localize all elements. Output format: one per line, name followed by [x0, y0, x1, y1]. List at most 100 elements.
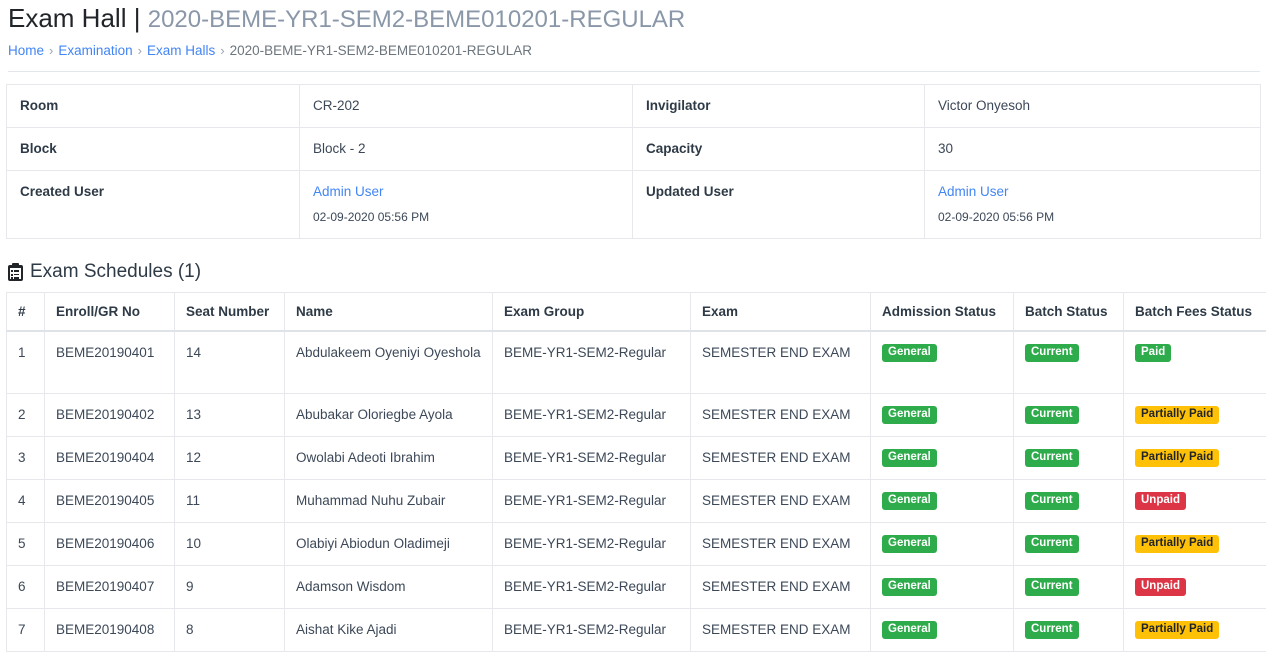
- exam-schedules-title: Exam Schedules (1): [30, 260, 201, 284]
- batch-fees-status-badge: Unpaid: [1135, 492, 1186, 510]
- page-title-subtitle: 2020-BEME-YR1-SEM2-BEME010201-REGULAR: [148, 6, 686, 33]
- updated-user-date: 02-09-2020 05:56 PM: [938, 207, 1247, 227]
- row-admission-status: General: [871, 436, 1014, 479]
- batch-fees-status-badge: Unpaid: [1135, 578, 1186, 596]
- info-value-room: CR-202: [300, 85, 633, 128]
- row-seat-number: 13: [175, 393, 285, 436]
- row-batch-fees-status: Partially Paid: [1124, 393, 1266, 436]
- row-batch-status: Current: [1014, 479, 1124, 522]
- breadcrumb-item-examination[interactable]: Examination: [58, 43, 132, 58]
- updated-user-link[interactable]: Admin User: [938, 182, 1247, 202]
- column-header-index: #: [7, 293, 45, 332]
- row-seat-number: 14: [175, 331, 285, 393]
- info-label-created-user: Created User: [7, 171, 300, 239]
- breadcrumb-item-2020-beme-yr1-sem2-beme010201-regular: 2020-BEME-YR1-SEM2-BEME010201-REGULAR: [230, 43, 532, 58]
- row-index: 5: [7, 522, 45, 565]
- breadcrumb-separator: ›: [44, 43, 58, 58]
- row-batch-fees-status: Paid: [1124, 331, 1266, 393]
- row-enroll-no: BEME20190405: [45, 479, 175, 522]
- batch-status-badge: Current: [1025, 344, 1079, 362]
- row-admission-status: General: [871, 331, 1014, 393]
- breadcrumb-separator: ›: [215, 43, 229, 58]
- row-name: Adamson Wisdom: [285, 565, 493, 608]
- row-admission-status: General: [871, 479, 1014, 522]
- row-exam: SEMESTER END EXAM: [691, 522, 871, 565]
- row-name: Owolabi Adeoti Ibrahim: [285, 436, 493, 479]
- admission-status-badge: General: [882, 535, 937, 553]
- column-header-batch-status: Batch Status: [1014, 293, 1124, 332]
- row-exam-group: BEME-YR1-SEM2-Regular: [493, 331, 691, 393]
- row-admission-status: General: [871, 393, 1014, 436]
- table-row[interactable]: 2BEME2019040213Abubakar Oloriegbe AyolaB…: [7, 393, 1266, 436]
- batch-fees-status-badge: Partially Paid: [1135, 449, 1219, 467]
- row-batch-fees-status: Unpaid: [1124, 565, 1266, 608]
- table-row[interactable]: 5BEME2019040610Olabiyi Abiodun Oladimeji…: [7, 522, 1266, 565]
- admission-status-badge: General: [882, 578, 937, 596]
- exam-schedules-heading: Exam Schedules (1): [8, 260, 1260, 284]
- row-name: Muhammad Nuhu Zubair: [285, 479, 493, 522]
- info-label-updated-user: Updated User: [633, 171, 925, 239]
- table-row[interactable]: 6BEME201904079Adamson WisdomBEME-YR1-SEM…: [7, 565, 1266, 608]
- table-row[interactable]: 1BEME2019040114Abdulakeem Oyeniyi Oyesho…: [7, 331, 1266, 393]
- row-exam: SEMESTER END EXAM: [691, 393, 871, 436]
- row-admission-status: General: [871, 522, 1014, 565]
- row-index: 4: [7, 479, 45, 522]
- info-row-block-capacity: Block Block - 2 Capacity 30: [7, 128, 1261, 171]
- row-seat-number: 10: [175, 522, 285, 565]
- row-exam-group: BEME-YR1-SEM2-Regular: [493, 565, 691, 608]
- row-name: Abdulakeem Oyeniyi Oyeshola: [285, 331, 493, 393]
- info-label-capacity: Capacity: [633, 128, 925, 171]
- row-enroll-no: BEME20190401: [45, 331, 175, 393]
- admission-status-badge: General: [882, 344, 937, 362]
- row-index: 3: [7, 436, 45, 479]
- info-value-created-user: Admin User 02-09-2020 05:56 PM: [300, 171, 633, 239]
- table-header-row: #Enroll/GR NoSeat NumberNameExam GroupEx…: [7, 293, 1266, 332]
- row-enroll-no: BEME20190406: [45, 522, 175, 565]
- info-value-updated-user: Admin User 02-09-2020 05:56 PM: [925, 171, 1261, 239]
- info-value-capacity: 30: [925, 128, 1261, 171]
- column-header-exam-group: Exam Group: [493, 293, 691, 332]
- column-header-batch-fees-status: Batch Fees Status: [1124, 293, 1266, 332]
- row-exam-group: BEME-YR1-SEM2-Regular: [493, 479, 691, 522]
- row-index: 1: [7, 331, 45, 393]
- row-seat-number: 11: [175, 479, 285, 522]
- row-batch-status: Current: [1014, 565, 1124, 608]
- row-batch-status: Current: [1014, 522, 1124, 565]
- admission-status-badge: General: [882, 449, 937, 467]
- row-seat-number: 9: [175, 565, 285, 608]
- row-batch-fees-status: Partially Paid: [1124, 522, 1266, 565]
- page-title-main: Exam Hall: [8, 3, 126, 33]
- row-name: Olabiyi Abiodun Oladimeji: [285, 522, 493, 565]
- created-user-link[interactable]: Admin User: [313, 182, 619, 202]
- row-exam-group: BEME-YR1-SEM2-Regular: [493, 393, 691, 436]
- info-value-block: Block - 2: [300, 128, 633, 171]
- table-row[interactable]: 3BEME2019040412Owolabi Adeoti IbrahimBEM…: [7, 436, 1266, 479]
- info-row-room-invigilator: Room CR-202 Invigilator Victor Onyesoh: [7, 85, 1261, 128]
- page-title: Exam Hall | 2020-BEME-YR1-SEM2-BEME01020…: [8, 2, 1260, 36]
- table-row[interactable]: 4BEME2019040511Muhammad Nuhu ZubairBEME-…: [7, 479, 1266, 522]
- batch-fees-status-badge: Partially Paid: [1135, 535, 1219, 553]
- row-batch-status: Current: [1014, 331, 1124, 393]
- exam-hall-info-table: Room CR-202 Invigilator Victor Onyesoh B…: [6, 84, 1261, 239]
- breadcrumb-item-home[interactable]: Home: [8, 43, 44, 58]
- page-title-separator: |: [134, 3, 141, 33]
- created-user-date: 02-09-2020 05:56 PM: [313, 207, 619, 227]
- row-index: 2: [7, 393, 45, 436]
- breadcrumb-item-exam-halls[interactable]: Exam Halls: [147, 43, 215, 58]
- row-exam: SEMESTER END EXAM: [691, 436, 871, 479]
- page-header: Exam Hall | 2020-BEME-YR1-SEM2-BEME01020…: [6, 0, 1260, 72]
- row-name: Abubakar Oloriegbe Ayola: [285, 393, 493, 436]
- row-batch-fees-status: Partially Paid: [1124, 436, 1266, 479]
- admission-status-badge: General: [882, 492, 937, 510]
- batch-status-badge: Current: [1025, 492, 1079, 510]
- row-exam: SEMESTER END EXAM: [691, 565, 871, 608]
- row-exam: SEMESTER END EXAM: [691, 331, 871, 393]
- info-label-block: Block: [7, 128, 300, 171]
- row-enroll-no: BEME20190407: [45, 565, 175, 608]
- page-root: Exam Hall | 2020-BEME-YR1-SEM2-BEME01020…: [0, 0, 1266, 652]
- batch-status-badge: Current: [1025, 578, 1079, 596]
- info-row-created-updated: Created User Admin User 02-09-2020 05:56…: [7, 171, 1261, 239]
- breadcrumb-separator: ›: [133, 43, 147, 58]
- clipboard-list-icon: [8, 263, 23, 281]
- breadcrumb: Home›Examination›Exam Halls›2020-BEME-YR…: [8, 42, 1260, 72]
